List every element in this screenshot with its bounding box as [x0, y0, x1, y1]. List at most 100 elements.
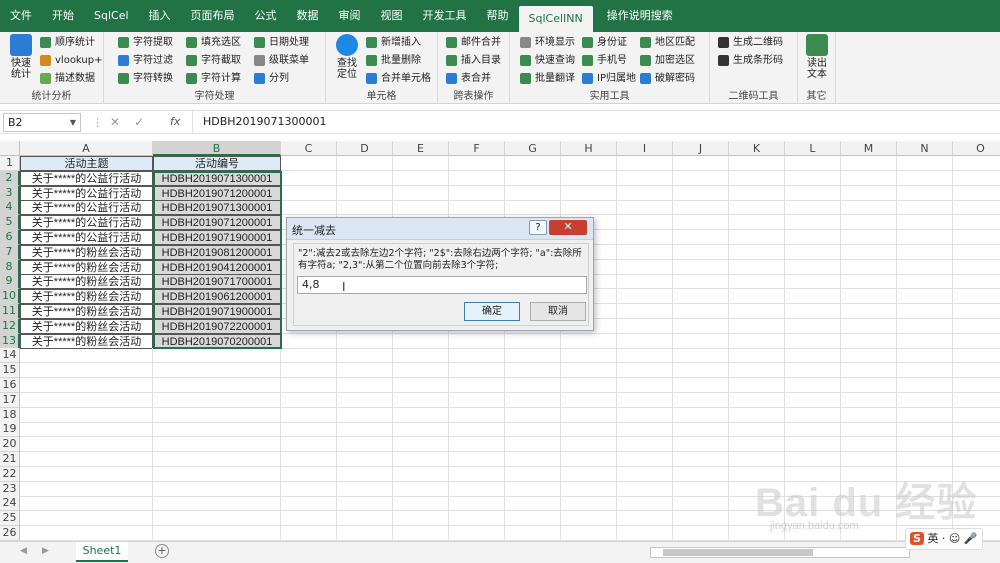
cell[interactable] [729, 392, 785, 408]
cell[interactable] [393, 348, 449, 364]
row-header-15[interactable]: 15 [0, 363, 20, 379]
row-header-11[interactable]: 11 [0, 304, 20, 319]
cell[interactable] [20, 481, 153, 497]
cell[interactable] [953, 274, 1000, 290]
cell[interactable] [281, 156, 337, 171]
cell[interactable] [897, 452, 953, 467]
cell[interactable] [561, 392, 617, 408]
scroll-thumb[interactable] [663, 549, 813, 556]
cell[interactable] [337, 526, 393, 541]
cell[interactable] [673, 378, 729, 393]
column-header-J[interactable]: J [673, 141, 729, 156]
cell[interactable] [505, 422, 561, 438]
quick-stats-button[interactable]: 快速 统计 [4, 34, 38, 80]
cell[interactable] [617, 437, 673, 453]
cell[interactable] [617, 496, 673, 512]
cell[interactable] [393, 526, 449, 541]
tab-2[interactable]: SqlCel [84, 0, 139, 32]
add-insert-button[interactable]: 新增插入 [366, 34, 421, 51]
cell[interactable] [897, 244, 953, 260]
cell[interactable] [897, 274, 953, 290]
cell[interactable] [953, 245, 1000, 260]
gen-qrcode-button[interactable]: 生成二维码 [718, 34, 783, 51]
cell[interactable] [617, 407, 673, 423]
cell[interactable] [153, 363, 281, 379]
cell[interactable] [785, 348, 841, 364]
cell[interactable] [505, 452, 561, 467]
cancel-icon[interactable]: ✕ [110, 115, 134, 129]
cell[interactable] [617, 481, 673, 497]
cell[interactable] [785, 422, 841, 438]
tab-6[interactable]: 数据 [287, 0, 329, 32]
cell[interactable] [561, 333, 617, 349]
row-header-25[interactable]: 25 [0, 511, 20, 527]
cell[interactable] [505, 392, 561, 408]
cell[interactable] [449, 481, 505, 497]
cell[interactable] [617, 452, 673, 467]
cell[interactable] [785, 230, 841, 245]
cell[interactable] [281, 407, 337, 423]
cell[interactable] [841, 437, 897, 453]
cell[interactable] [785, 437, 841, 453]
topic-cell[interactable]: 关于*****的公益行活动 [20, 200, 153, 216]
cell[interactable] [729, 407, 785, 423]
cell[interactable] [20, 378, 153, 393]
cell[interactable] [281, 363, 337, 379]
cell[interactable] [729, 200, 785, 216]
cell[interactable] [337, 363, 393, 379]
cell[interactable] [337, 452, 393, 467]
cell[interactable] [729, 348, 785, 364]
column-header-M[interactable]: M [841, 141, 897, 156]
cell[interactable] [897, 363, 953, 379]
cell[interactable] [729, 215, 785, 231]
cell[interactable] [505, 407, 561, 423]
cell[interactable] [785, 452, 841, 467]
cell[interactable] [20, 392, 153, 408]
column-header-H[interactable]: H [561, 141, 617, 156]
cell[interactable] [393, 185, 449, 201]
cell[interactable] [617, 333, 673, 349]
topic-cell[interactable]: 关于*****的粉丝会活动 [20, 244, 153, 260]
cell[interactable] [617, 215, 673, 231]
cell[interactable] [785, 407, 841, 423]
header-cell[interactable]: 活动主题 [20, 156, 153, 171]
cell[interactable] [617, 466, 673, 482]
topic-cell[interactable]: 关于*****的粉丝会活动 [20, 289, 153, 305]
row-header-16[interactable]: 16 [0, 378, 20, 393]
cell[interactable] [561, 407, 617, 423]
cell[interactable] [953, 408, 1000, 423]
row-header-13[interactable]: 13 [0, 333, 20, 349]
column-header-A[interactable]: A [20, 141, 153, 156]
cell[interactable] [953, 452, 1000, 467]
cell[interactable] [785, 289, 841, 305]
cell[interactable] [729, 422, 785, 438]
cell[interactable] [841, 348, 897, 364]
cell[interactable] [337, 496, 393, 512]
cell[interactable] [281, 496, 337, 512]
code-cell[interactable]: HDBH2019071200001 [153, 215, 281, 231]
char-filter-button[interactable]: 字符过滤 [118, 52, 173, 69]
encrypt-selection-button[interactable]: 加密选区 [640, 52, 695, 69]
cell[interactable] [449, 156, 505, 171]
cell[interactable] [841, 185, 897, 201]
code-cell[interactable]: HDBH2019072200001 [153, 318, 281, 334]
gen-barcode-button[interactable]: 生成条形码 [718, 52, 783, 69]
cell[interactable] [785, 215, 841, 231]
cell[interactable] [673, 437, 729, 453]
topic-cell[interactable]: 关于*****的粉丝会活动 [20, 259, 153, 275]
cell[interactable] [673, 452, 729, 467]
cell[interactable] [953, 200, 1000, 216]
cell[interactable] [617, 185, 673, 201]
cell[interactable] [673, 318, 729, 334]
cell[interactable] [617, 230, 673, 245]
cell[interactable] [561, 466, 617, 482]
cell[interactable] [561, 348, 617, 364]
cell[interactable] [897, 259, 953, 275]
cascade-menu-button[interactable]: 级联菜单 [254, 52, 309, 69]
cell[interactable] [953, 171, 1000, 186]
cell[interactable] [20, 422, 153, 438]
cell[interactable] [673, 481, 729, 497]
cell[interactable] [337, 170, 393, 186]
cell[interactable] [729, 378, 785, 393]
cell[interactable] [505, 526, 561, 541]
